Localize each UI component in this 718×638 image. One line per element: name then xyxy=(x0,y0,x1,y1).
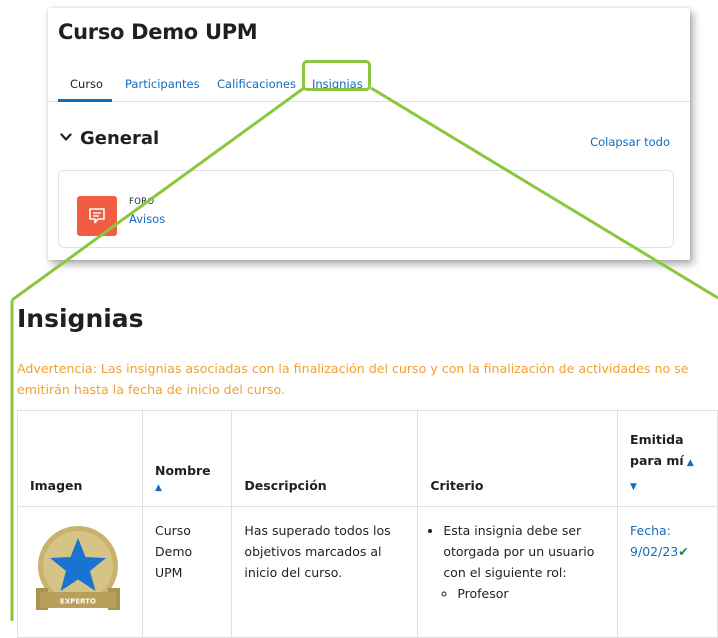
collapse-all-link[interactable]: Colapsar todo xyxy=(590,135,670,149)
badges-warning: Advertencia: Las insignias asociadas con… xyxy=(17,361,689,397)
insignias-tab-highlight xyxy=(302,60,371,91)
section-title: General xyxy=(80,128,160,149)
activity-name-link[interactable]: Avisos xyxy=(129,212,165,226)
badges-table: Imagen Nombre ▲ Descripción Criterio Emi… xyxy=(17,410,718,638)
badge-image-cell: EXPERTO xyxy=(17,506,143,638)
col-header-description: Descripción xyxy=(231,410,419,507)
issued-date-value[interactable]: 9/02/23 xyxy=(630,544,678,559)
tab-participantes[interactable]: Participantes xyxy=(125,77,200,91)
course-title: Curso Demo UPM xyxy=(58,20,258,44)
table-row: EXPERTO Curso Demo UPM Has superado todo… xyxy=(17,506,718,638)
table-header-row: Imagen Nombre ▲ Descripción Criterio Emi… xyxy=(17,410,718,507)
section-general-header[interactable]: General xyxy=(60,128,159,149)
badges-page-title: Insignias xyxy=(17,304,144,333)
badge-ribbon-label: EXPERTO xyxy=(60,598,96,606)
col-header-name[interactable]: Nombre ▲ xyxy=(141,410,233,507)
star-badge-image[interactable]: EXPERTO xyxy=(30,524,130,614)
tab-calificaciones[interactable]: Calificaciones xyxy=(217,77,296,91)
activity-forum: FORO Avisos xyxy=(58,170,674,248)
badge-issued-cell: Fecha: 9/02/23✔ xyxy=(617,506,718,638)
active-tab-indicator xyxy=(58,99,112,102)
check-icon: ✔ xyxy=(678,544,689,559)
criteria-role: Profesor xyxy=(457,583,605,604)
activity-type-label: FORO xyxy=(129,197,155,207)
col-header-image: Imagen xyxy=(17,410,143,507)
sort-asc-icon[interactable]: ▲ xyxy=(684,458,694,468)
tab-curso[interactable]: Curso xyxy=(70,77,103,91)
criteria-item: Esta insignia debe ser otorgada por un u… xyxy=(443,520,605,604)
sort-desc-icon[interactable]: ▼ xyxy=(630,482,637,492)
forum-chat-icon xyxy=(77,196,117,236)
sort-asc-icon[interactable]: ▲ xyxy=(155,483,162,493)
chevron-down-icon[interactable] xyxy=(60,131,72,146)
course-card: Curso Demo UPM Curso Participantes Calif… xyxy=(48,8,690,260)
badge-description-cell: Has superado todos los objetivos marcado… xyxy=(231,506,419,638)
issued-date-label[interactable]: Fecha: xyxy=(630,523,671,538)
col-header-issued[interactable]: Emitida para mí ▲ ▼ xyxy=(617,410,718,507)
badge-criteria-cell: Esta insignia debe ser otorgada por un u… xyxy=(417,506,619,638)
badge-name-cell: Curso Demo UPM xyxy=(141,506,233,638)
col-header-criteria: Criterio xyxy=(417,410,619,507)
